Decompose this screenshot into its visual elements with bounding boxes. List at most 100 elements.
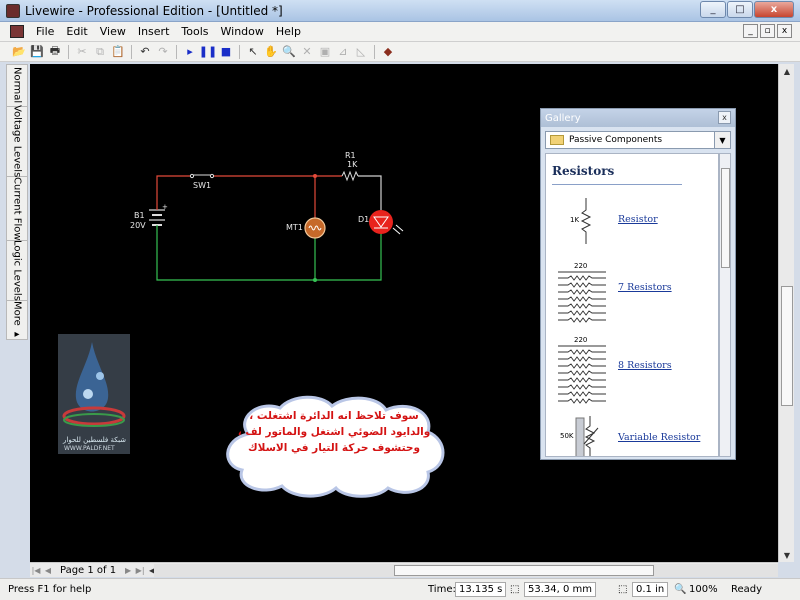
window-title: Livewire - Professional Edition - [Untit… <box>25 3 283 18</box>
select-arrow-icon[interactable]: ↖ <box>244 44 262 60</box>
led-ray-1 <box>392 227 401 235</box>
copy-icon[interactable]: ⧉ <box>91 44 109 60</box>
resistor-row <box>558 370 606 376</box>
window-controls: _ □ x <box>699 1 794 18</box>
status-bar: Press F1 for help Time: 13.135 s ⬚ 53.34… <box>0 578 800 600</box>
toolbar-separator <box>374 44 375 59</box>
menu-help[interactable]: Help <box>270 25 307 38</box>
gallery-content: Resistors 1K Resistor 220 7 Resistors 22… <box>545 153 719 457</box>
watermark-bubble-1 <box>96 372 104 380</box>
switch-label: SW1 <box>193 181 212 190</box>
variable-resistor-value-text: 50K <box>560 432 574 440</box>
gallery-scrollbar[interactable] <box>719 153 731 457</box>
doc-restore-button[interactable]: ▫ <box>760 24 775 38</box>
vertical-scroll-thumb[interactable] <box>781 286 793 406</box>
tab-current-flow-label: Current Flow <box>11 176 23 241</box>
document-window-controls: _ ▫ x <box>741 24 792 38</box>
toolbar: 📂 💾 🖶 ✂ ⧉ 📋 ↶ ↷ ▸ ❚❚ ■ ↖ ✋ 🔍 ✕ ▣ ⊿ ◺ ◆ <box>0 42 800 62</box>
wire-top-left <box>156 175 190 204</box>
gallery-category-select[interactable]: Passive Components ▼ <box>545 131 731 149</box>
resistor-row <box>558 296 606 302</box>
maximize-button[interactable]: □ <box>727 1 753 18</box>
menu-file[interactable]: File <box>30 25 60 38</box>
gallery-close-button[interactable]: x <box>718 111 731 124</box>
menu-edit[interactable]: Edit <box>60 25 93 38</box>
gallery-scroll-thumb[interactable] <box>721 168 730 268</box>
document-icon[interactable] <box>10 25 24 38</box>
stamp-icon[interactable]: ▣ <box>316 44 334 60</box>
undo-icon[interactable]: ↶ <box>136 44 154 60</box>
tab-voltage-levels[interactable]: Voltage Levels <box>7 105 27 178</box>
horizontal-scrollbar[interactable] <box>154 564 778 577</box>
status-zoom: 100% <box>689 584 718 595</box>
gallery-link-resistor[interactable]: Resistor <box>618 214 658 225</box>
toolbar-separator <box>239 44 240 59</box>
gallery-link-8-resistors[interactable]: 8 Resistors <box>618 360 672 371</box>
arabic-callout: سوف تلاحظ انه الدائرة اشتغلت ، والدايود … <box>218 394 450 498</box>
scroll-down-icon[interactable]: ▼ <box>779 548 795 562</box>
callout-line-1: سوف تلاحظ انه الدائرة اشتغلت ، <box>249 410 419 422</box>
redo-icon[interactable]: ↷ <box>154 44 172 60</box>
tab-logic-levels[interactable]: Logic Levels <box>7 240 27 301</box>
resistor-symbol-icon[interactable] <box>580 198 592 244</box>
tab-voltage-levels-label: Voltage Levels <box>11 105 23 178</box>
canvas-vertical-scrollbar[interactable]: ▲ ▼ <box>778 64 794 562</box>
rotate-left-icon[interactable]: ⊿ <box>334 44 352 60</box>
next-page-icon[interactable]: ▶ <box>122 566 134 575</box>
seven-resistors-icon[interactable] <box>556 270 608 328</box>
gallery-link-7-resistors[interactable]: 7 Resistors <box>618 282 672 293</box>
pause-icon[interactable]: ❚❚ <box>199 44 217 60</box>
horizontal-scroll-thumb[interactable] <box>394 565 654 576</box>
minimize-button[interactable]: _ <box>700 1 726 18</box>
cut-icon[interactable]: ✂ <box>73 44 91 60</box>
tab-current-flow[interactable]: Current Flow <box>7 177 27 241</box>
component-icon[interactable]: ◆ <box>379 44 397 60</box>
rotate-right-icon[interactable]: ◺ <box>352 44 370 60</box>
close-button[interactable]: x <box>754 1 794 18</box>
led-label: D1 <box>358 215 370 224</box>
menu-tools[interactable]: Tools <box>175 25 214 38</box>
eight-resistors-value-text: 220 <box>574 336 588 344</box>
paste-icon[interactable]: 📋 <box>109 44 127 60</box>
open-icon[interactable]: 📂 <box>10 44 28 60</box>
tab-normal[interactable]: Normal <box>7 65 27 107</box>
resistor-row <box>558 356 606 362</box>
scroll-up-icon[interactable]: ▲ <box>779 64 795 78</box>
hand-icon[interactable]: ✋ <box>262 44 280 60</box>
callout-line-3: وحتشوف حركة التيار في الاسلاك <box>248 442 420 454</box>
gallery-titlebar[interactable]: Gallery x <box>541 109 735 127</box>
resistor-value-label: 1K <box>347 160 358 169</box>
stop-icon[interactable]: ■ <box>217 44 235 60</box>
menu-window[interactable]: Window <box>215 25 270 38</box>
prev-page-icon[interactable]: ◀ <box>42 566 54 575</box>
doc-minimize-button[interactable]: _ <box>743 24 758 38</box>
grid-icon: ⬚ <box>618 584 628 595</box>
menu-view[interactable]: View <box>94 25 132 38</box>
battery-value-label: 20V <box>130 221 146 230</box>
status-help: Press F1 for help <box>8 584 92 595</box>
gallery-panel: Gallery x Passive Components ▼ Resistors… <box>540 108 736 460</box>
app-icon <box>6 3 20 18</box>
page-label: Page 1 of 1 <box>60 564 117 576</box>
resistor-row <box>558 289 606 295</box>
variable-resistor-icon[interactable] <box>574 416 600 457</box>
first-page-icon[interactable]: |◀ <box>30 566 42 575</box>
chevron-down-icon[interactable]: ▼ <box>714 132 730 148</box>
last-page-icon[interactable]: ▶| <box>134 566 146 575</box>
gallery-link-variable-resistor[interactable]: Variable Resistor <box>618 432 700 443</box>
resistor-row <box>558 282 606 288</box>
resistor-row <box>558 398 606 404</box>
play-icon[interactable]: ▸ <box>181 44 199 60</box>
toolbar-separator <box>68 44 69 59</box>
callout-line-2: والدايود الضوئي اشتغل والماتور لف ، <box>237 426 431 438</box>
eight-resistors-icon[interactable] <box>556 344 608 410</box>
meter-label: MT1 <box>286 223 303 232</box>
menu-insert[interactable]: Insert <box>132 25 176 38</box>
delete-icon[interactable]: ✕ <box>298 44 316 60</box>
print-icon[interactable]: 🖶 <box>46 44 64 60</box>
doc-close-button[interactable]: x <box>777 24 792 38</box>
status-state: Ready <box>731 584 763 595</box>
zoom-icon[interactable]: 🔍 <box>280 44 298 60</box>
save-icon[interactable]: 💾 <box>28 44 46 60</box>
tab-more[interactable]: More ▸ <box>7 301 27 340</box>
